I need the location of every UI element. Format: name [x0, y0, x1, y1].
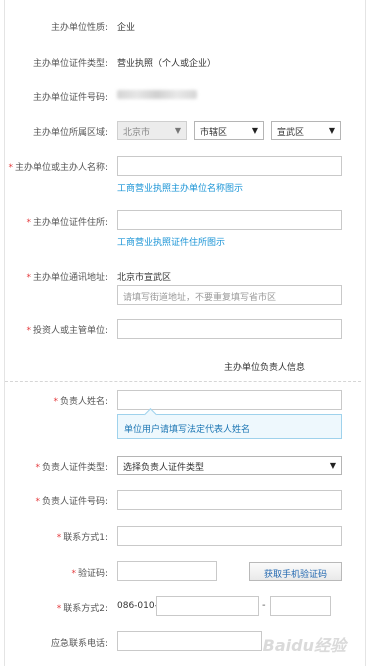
- contact2-number-input[interactable]: [156, 596, 259, 616]
- org-type-value: 企业: [117, 23, 136, 33]
- city-select[interactable]: 市辖区 ▼: [194, 121, 264, 140]
- province-select: 北京市 ▼: [117, 121, 187, 140]
- org-name-help-link[interactable]: 工商营业执照主办单位名称图示: [117, 181, 243, 194]
- district-select[interactable]: 宣武区 ▼: [271, 121, 341, 140]
- contact2-separator: -: [262, 600, 266, 611]
- contact1-input[interactable]: [117, 526, 342, 546]
- person-name-tip: 单位用户请填写法定代表人姓名: [117, 408, 342, 439]
- chevron-down-icon: ▼: [328, 126, 335, 135]
- org-name-input[interactable]: [117, 156, 342, 176]
- cert-no-label: 主办单位证件号码:: [32, 93, 108, 103]
- investor-input[interactable]: [117, 319, 342, 339]
- region-label: 主办单位所属区域:: [32, 128, 108, 138]
- org-type-label: 主办单位性质:: [50, 23, 108, 33]
- person-cert-no-input[interactable]: [117, 490, 342, 510]
- emergency-input[interactable]: [117, 631, 262, 651]
- contact1-label: * 联系方式1:: [56, 533, 108, 543]
- get-sms-code-button[interactable]: 获取手机验证码: [249, 562, 342, 581]
- section-title: 主办单位负责人信息: [224, 363, 306, 373]
- emergency-label: 应急联系电话:: [50, 639, 108, 649]
- cert-no-blurred-value: [117, 90, 197, 99]
- cert-addr-label: * 主办单位证件住所:: [26, 218, 108, 228]
- person-cert-type-select[interactable]: 选择负责人证件类型 ▼: [117, 456, 342, 475]
- chevron-down-icon: ▼: [174, 126, 181, 135]
- verify-code-label: * 验证码:: [71, 569, 108, 579]
- person-name-label: * 负责人姓名:: [53, 397, 108, 407]
- mail-addr-label: * 主办单位通讯地址:: [26, 273, 108, 283]
- contact2-prefix: 086-010-: [117, 601, 158, 611]
- tip-text: 单位用户请填写法定代表人姓名: [124, 425, 251, 435]
- mail-addr-input[interactable]: 请填写街道地址，不要重复填写省市区: [117, 285, 342, 305]
- org-name-label: * 主办单位或主办人名称:: [8, 163, 108, 173]
- person-cert-type-label: * 负责人证件类型:: [35, 463, 108, 473]
- contact2-label: * 联系方式2:: [56, 604, 108, 614]
- chevron-down-icon: ▼: [329, 461, 336, 470]
- province-value: 北京市: [123, 128, 151, 138]
- watermark: Baidu经验: [262, 636, 346, 655]
- cert-addr-input[interactable]: [117, 210, 342, 230]
- section-divider: [5, 381, 361, 382]
- mail-addr-prefix: 北京市宣武区: [117, 273, 172, 283]
- cert-type-value: 营业执照（个人或企业）: [117, 59, 217, 69]
- person-cert-type-value: 选择负责人证件类型: [123, 463, 205, 473]
- person-cert-no-label: * 负责人证件号码:: [35, 497, 108, 507]
- cert-addr-help-link[interactable]: 工商营业执照证件住所图示: [117, 235, 225, 248]
- chevron-down-icon: ▼: [251, 126, 258, 135]
- person-name-input[interactable]: [117, 390, 342, 410]
- city-value: 市辖区: [200, 128, 228, 138]
- district-value: 宣武区: [277, 128, 305, 138]
- contact2-ext-input[interactable]: [270, 596, 331, 616]
- investor-label: * 投资人或主管单位:: [26, 326, 108, 336]
- verify-code-input[interactable]: [117, 561, 217, 581]
- cert-type-label: 主办单位证件类型:: [32, 59, 108, 69]
